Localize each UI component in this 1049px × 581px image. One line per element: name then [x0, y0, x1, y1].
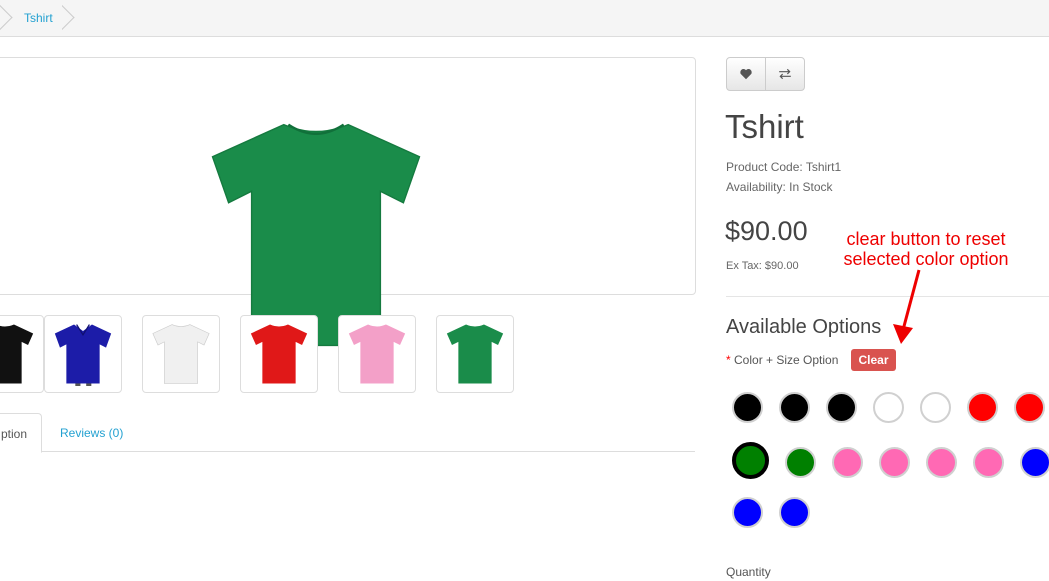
product-main-image[interactable] — [0, 57, 696, 347]
color-swatch[interactable] — [967, 392, 998, 423]
color-swatch[interactable] — [879, 447, 910, 478]
thumbnail-blue[interactable] — [44, 315, 122, 393]
thumbnail-green[interactable] — [436, 315, 514, 393]
wishlist-button[interactable] — [726, 57, 766, 91]
color-swatch[interactable] — [732, 442, 769, 479]
option-label: * Color + Size Option — [726, 353, 838, 367]
tshirt-thumbnail — [348, 324, 406, 384]
breadcrumb-item-tshirt[interactable]: Tshirt — [24, 11, 53, 25]
thumbnail-black[interactable] — [0, 315, 44, 393]
annotation-line: selected color option — [843, 249, 1009, 269]
breadcrumb: Tshirt — [0, 0, 1049, 37]
tshirt-thumbnail — [446, 324, 504, 384]
tab-reviews[interactable]: Reviews (0) — [60, 426, 123, 440]
color-swatch[interactable] — [732, 392, 763, 423]
compare-button[interactable] — [765, 57, 805, 91]
color-swatch[interactable] — [832, 447, 863, 478]
quantity-label: Quantity — [726, 565, 771, 579]
thumbnail-pink[interactable] — [338, 315, 416, 393]
color-swatch[interactable] — [1014, 392, 1045, 423]
price-ex-tax: Ex Tax: $90.00 — [726, 260, 799, 272]
breadcrumb-separator — [62, 0, 102, 38]
polo-thumbnail — [54, 324, 112, 386]
tshirt-thumbnail — [152, 324, 210, 384]
color-swatch[interactable] — [873, 392, 904, 423]
color-swatch[interactable] — [779, 392, 810, 423]
tabs-divider — [0, 451, 695, 452]
tshirt-thumbnail — [250, 324, 308, 384]
arrow-icon — [893, 269, 921, 344]
color-swatch[interactable] — [785, 447, 816, 478]
product-price: $90.00 — [725, 216, 808, 246]
color-swatch[interactable] — [732, 497, 763, 528]
tshirt-thumbnail — [0, 324, 34, 384]
product-availability: Availability: In Stock — [726, 180, 833, 194]
clear-button[interactable]: Clear — [851, 349, 896, 371]
thumbnail-white[interactable] — [142, 315, 220, 393]
available-options-heading: Available Options — [726, 316, 882, 338]
tab-description[interactable]: ption — [0, 413, 42, 453]
color-swatch[interactable] — [779, 497, 810, 528]
thumbnail-red[interactable] — [240, 315, 318, 393]
color-swatch[interactable] — [926, 447, 957, 478]
color-swatch[interactable] — [826, 392, 857, 423]
color-swatch[interactable] — [1020, 447, 1049, 478]
color-swatch[interactable] — [973, 447, 1004, 478]
option-label-text: Color + Size Option — [734, 353, 839, 367]
color-swatch[interactable] — [920, 392, 951, 423]
tab-description-label: ption — [0, 427, 27, 441]
annotation-note: clear button to reset selected color opt… — [831, 229, 1021, 269]
product-title: Tshirt — [725, 108, 804, 145]
heart-icon — [740, 69, 752, 80]
annotation-line: clear button to reset — [846, 229, 1006, 249]
required-mark: * — [726, 353, 731, 367]
exchange-icon — [779, 68, 791, 80]
product-code: Product Code: Tshirt1 — [726, 160, 842, 174]
